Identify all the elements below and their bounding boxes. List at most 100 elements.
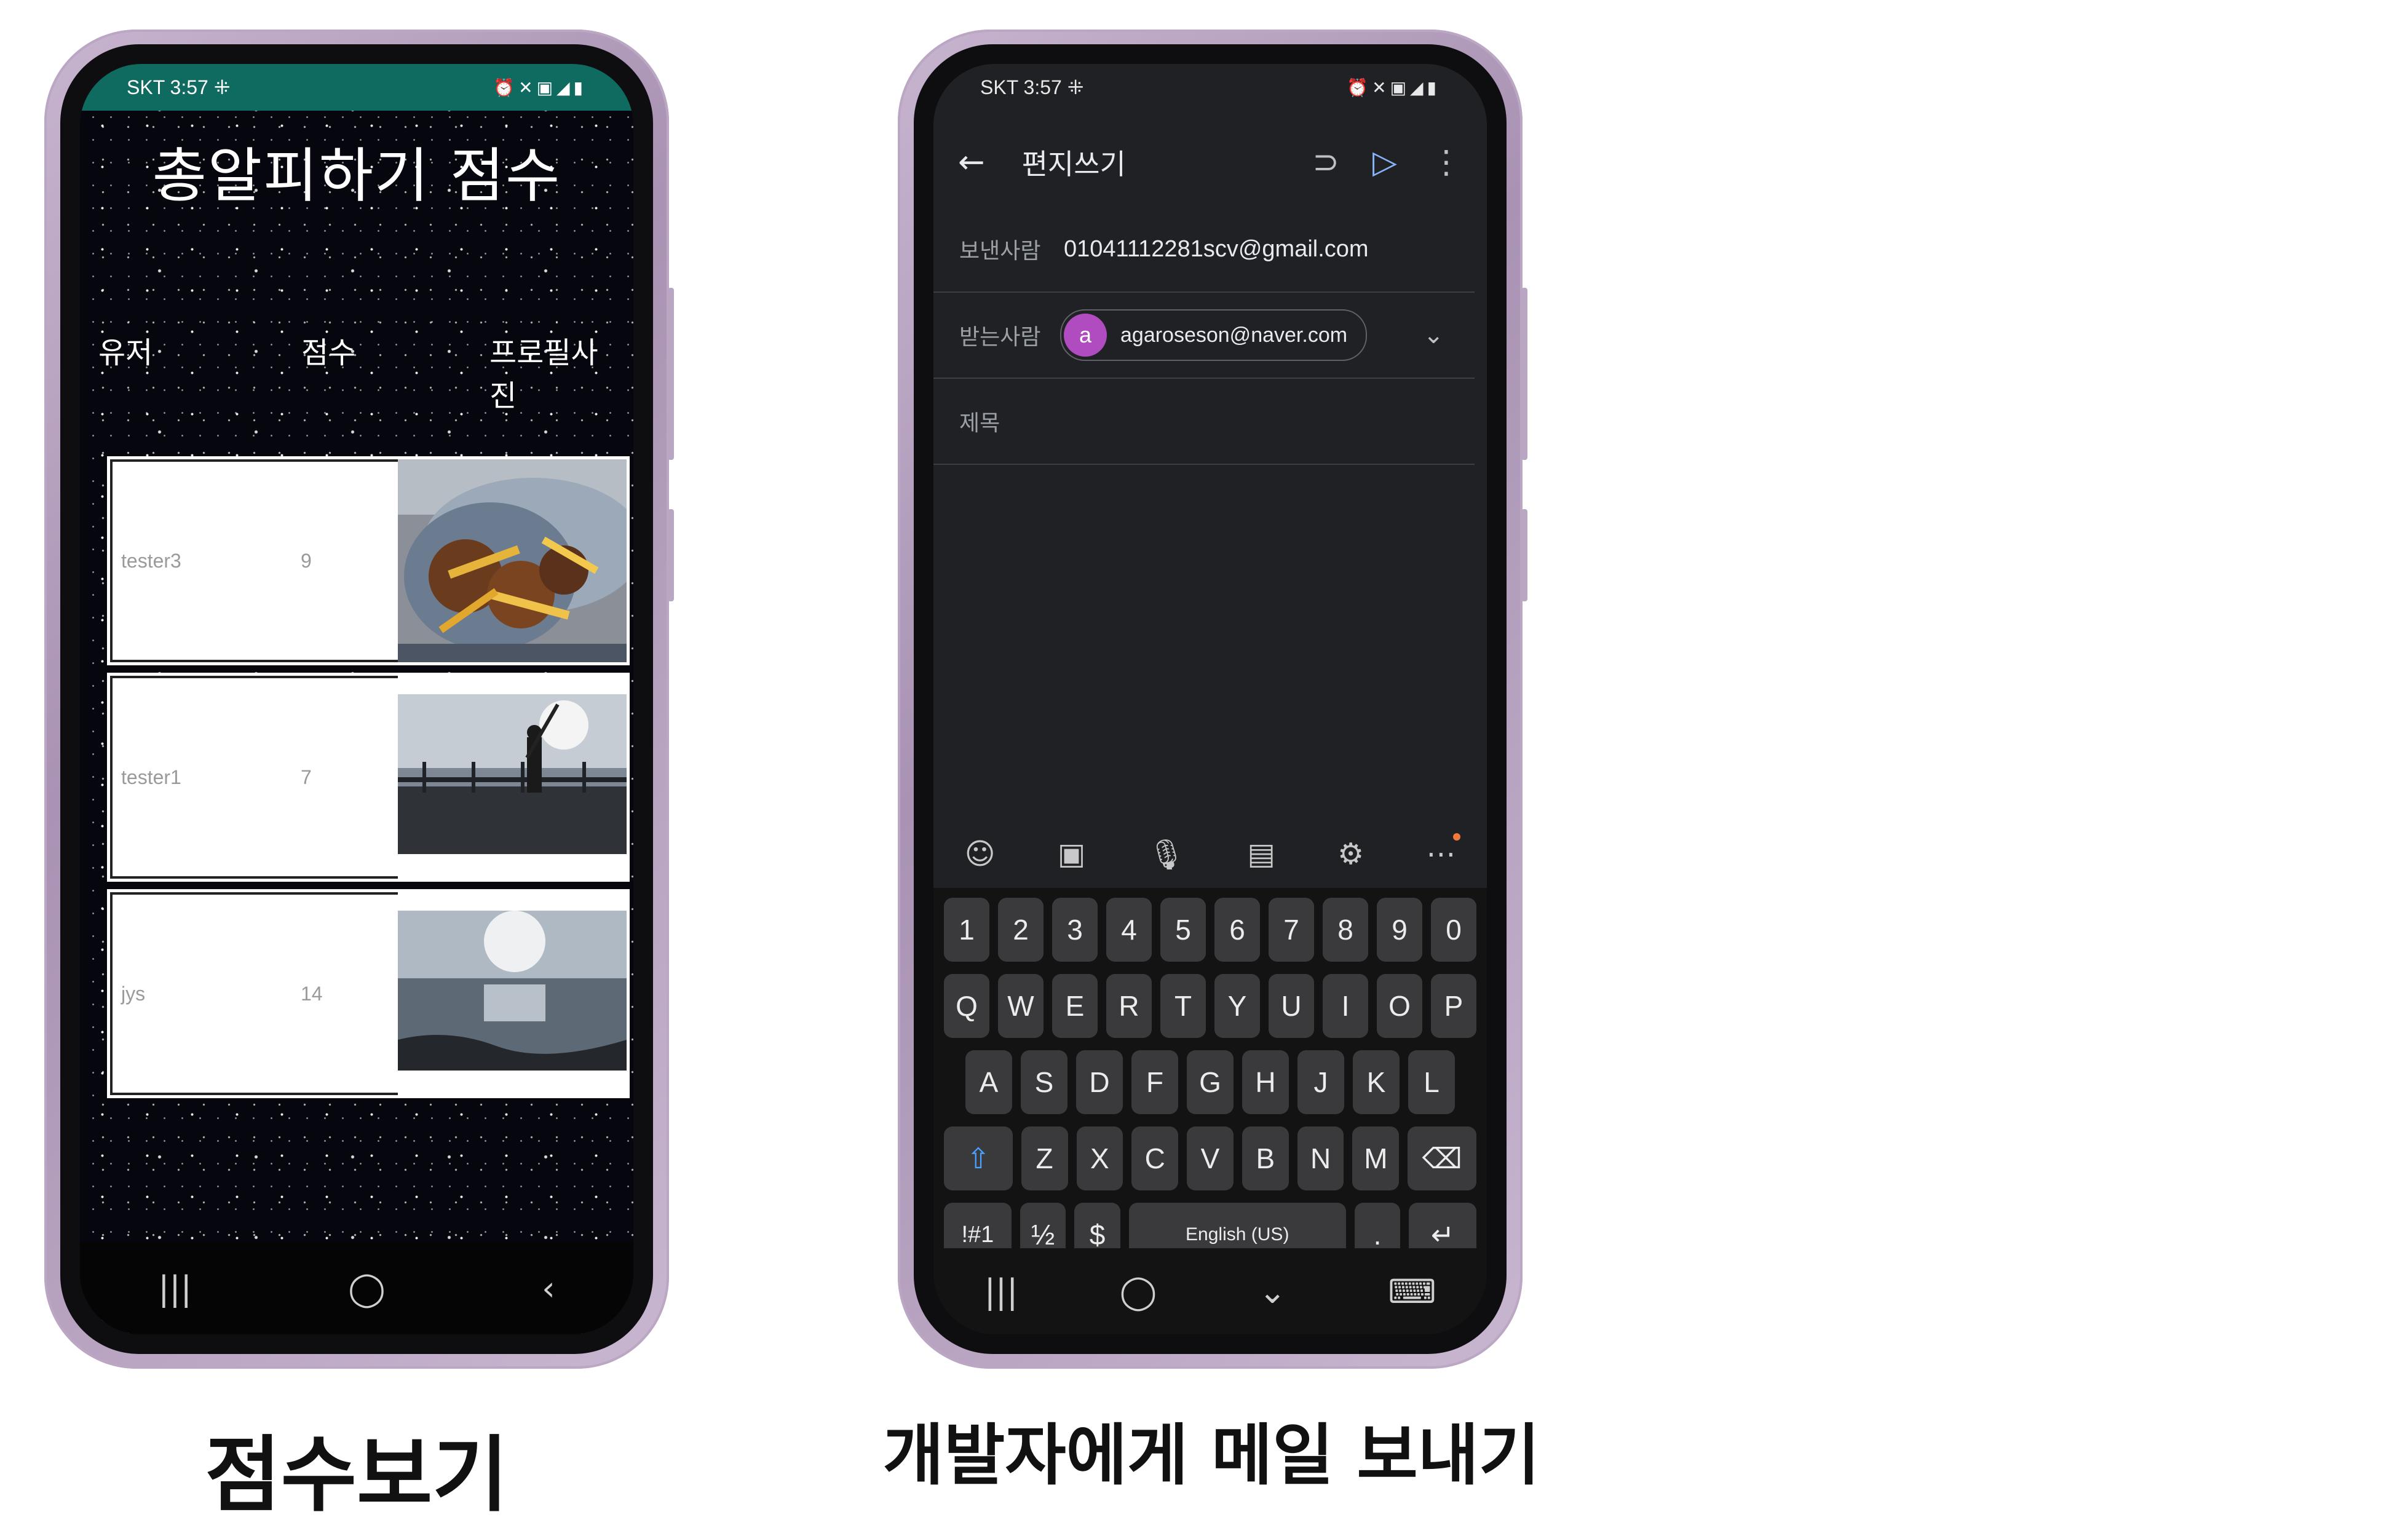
phone-compose-screen: SKT 3:57 ⁜ ⏰✕▣◢▮ ← 편지쓰기 ⊃ ▷ ⋮ 보낸사람 01041… (898, 30, 1527, 1369)
status-bar: SKT 3:57 ⁜ ⏰✕▣◢▮ (933, 64, 1487, 111)
status-bar: SKT 3:57 ⁜ ⏰✕▣◢▮ (80, 64, 633, 111)
key[interactable]: E (1052, 974, 1098, 1038)
from-value: 01041112281scv@gmail.com (1064, 236, 1369, 262)
key[interactable]: D (1076, 1050, 1123, 1114)
recipient-chip[interactable]: a agaroseson@naver.com (1060, 309, 1368, 361)
subject-field[interactable]: 제목 (933, 379, 1475, 465)
key[interactable]: J (1297, 1050, 1344, 1114)
from-label: 보낸사람 (959, 238, 1041, 263)
more-options-icon[interactable]: ⋯ (1426, 833, 1461, 871)
key[interactable]: F (1131, 1050, 1178, 1114)
to-field[interactable]: 받는사람 a agaroseson@naver.com ⌄ (933, 293, 1475, 379)
key[interactable]: K (1353, 1050, 1400, 1114)
hide-keyboard-button[interactable]: ⌄ (1259, 1272, 1286, 1311)
key[interactable]: L (1408, 1050, 1455, 1114)
pier-photo-image (398, 676, 627, 879)
app-bar: ← 편지쓰기 ⊃ ▷ ⋮ (933, 125, 1487, 199)
subject-placeholder: 제목 (959, 410, 1000, 435)
key[interactable]: G (1187, 1050, 1234, 1114)
key[interactable]: N (1297, 1126, 1344, 1190)
row-user: tester1 (121, 766, 181, 788)
send-icon[interactable]: ▷ (1372, 144, 1397, 181)
key[interactable]: W (998, 974, 1044, 1038)
to-label: 받는사람 (959, 324, 1041, 349)
score-list[interactable]: tester3 9 tester1 7 jys 14 (107, 456, 630, 1106)
key[interactable]: 6 (1214, 898, 1260, 962)
key[interactable]: Q (944, 974, 989, 1038)
row-score: 9 (301, 549, 312, 572)
key[interactable]: V (1187, 1126, 1234, 1190)
keyboard-icon[interactable]: ⌨ (1388, 1272, 1436, 1311)
key[interactable]: 5 (1160, 898, 1206, 962)
recent-apps-button[interactable]: ||| (158, 1269, 192, 1308)
key[interactable]: 8 (1323, 898, 1368, 962)
volume-button (1521, 288, 1527, 460)
key[interactable]: 3 (1052, 898, 1098, 962)
status-carrier-time: SKT 3:57 ⁜ (980, 76, 1084, 98)
page-title: 편지쓰기 (1021, 148, 1126, 181)
backspace-key[interactable]: ⌫ (1408, 1126, 1476, 1190)
sticker-icon[interactable]: ▣ (1058, 837, 1085, 871)
list-item[interactable]: jys 14 (107, 889, 630, 1098)
food-photo-image (398, 459, 627, 662)
attach-icon[interactable]: ⊃ (1312, 144, 1339, 181)
list-item[interactable]: tester1 7 (107, 673, 630, 882)
caption-send-mail: 개발자에게 메일 보내기 (882, 1417, 1540, 1494)
key[interactable]: 4 (1106, 898, 1152, 962)
microphone-icon[interactable]: 🎙 (1147, 837, 1185, 872)
key[interactable]: 0 (1431, 898, 1476, 962)
key[interactable]: T (1160, 974, 1206, 1038)
row-user: jys (121, 982, 146, 1005)
gear-icon[interactable]: ⚙ (1337, 837, 1364, 871)
key[interactable]: B (1242, 1126, 1289, 1190)
keyboard: 1 2 3 4 5 6 7 8 9 0 Q W E R T Y U I O P … (933, 888, 1487, 1267)
key[interactable]: U (1269, 974, 1314, 1038)
key[interactable]: 2 (998, 898, 1044, 962)
back-button[interactable]: ‹ (542, 1269, 555, 1308)
phone-bezel: SKT 3:57 ⁜ ⏰✕▣◢▮ 총알피하기 점수 유저 점수 프로필사진 te… (60, 44, 653, 1354)
key[interactable]: 7 (1269, 898, 1314, 962)
keyboard-toolbar: ☺ ▣ 🎙 ▤ ⚙ ⋯ (933, 820, 1487, 888)
key[interactable]: Z (1021, 1126, 1068, 1190)
status-carrier-time: SKT 3:57 ⁜ (127, 76, 231, 98)
key[interactable]: S (1021, 1050, 1067, 1114)
shift-key[interactable]: ⇧ (944, 1126, 1013, 1190)
caption-score-view: 점수보기 (205, 1427, 509, 1523)
back-arrow-icon[interactable]: ← (958, 144, 985, 181)
power-button (1521, 509, 1527, 601)
row-score: 14 (301, 982, 323, 1005)
header-user: 유저 (98, 336, 153, 370)
page-title: 총알피하기 점수 (152, 141, 561, 210)
list-item[interactable]: tester3 9 (107, 456, 630, 665)
emoji-icon[interactable]: ☺ (965, 837, 996, 871)
header-photo: 프로필사진 (489, 336, 598, 413)
keyboard-row-qwerty: Q W E R T Y U I O P (940, 974, 1481, 1038)
recent-apps-button[interactable]: ||| (984, 1272, 1018, 1311)
home-button[interactable]: ◯ (1120, 1272, 1157, 1311)
screen: SKT 3:57 ⁜ ⏰✕▣◢▮ 총알피하기 점수 유저 점수 프로필사진 te… (80, 64, 633, 1334)
sea-photo-image (398, 892, 627, 1095)
keyboard-row-home: A S D F G H J K L (940, 1050, 1481, 1114)
keyboard-row-numbers: 1 2 3 4 5 6 7 8 9 0 (940, 898, 1481, 962)
key[interactable]: P (1431, 974, 1476, 1038)
key[interactable]: A (965, 1050, 1012, 1114)
key[interactable]: 1 (944, 898, 989, 962)
key[interactable]: I (1323, 974, 1368, 1038)
volume-button (668, 288, 674, 460)
key[interactable]: M (1352, 1126, 1400, 1190)
from-field[interactable]: 보낸사람 01041112281scv@gmail.com (933, 207, 1475, 293)
profile-photo (398, 459, 627, 662)
key[interactable]: X (1076, 1126, 1123, 1190)
profile-photo (398, 676, 627, 879)
key[interactable]: C (1131, 1126, 1179, 1190)
chevron-down-icon[interactable]: ⌄ (1423, 321, 1444, 349)
gif-icon[interactable]: ▤ (1248, 837, 1275, 871)
row-score: 7 (301, 766, 312, 788)
home-button[interactable]: ◯ (348, 1269, 385, 1308)
key[interactable]: Y (1214, 974, 1260, 1038)
key[interactable]: O (1377, 974, 1422, 1038)
key[interactable]: H (1242, 1050, 1289, 1114)
key[interactable]: 9 (1377, 898, 1422, 962)
key[interactable]: R (1106, 974, 1152, 1038)
more-icon[interactable]: ⋮ (1430, 144, 1462, 181)
